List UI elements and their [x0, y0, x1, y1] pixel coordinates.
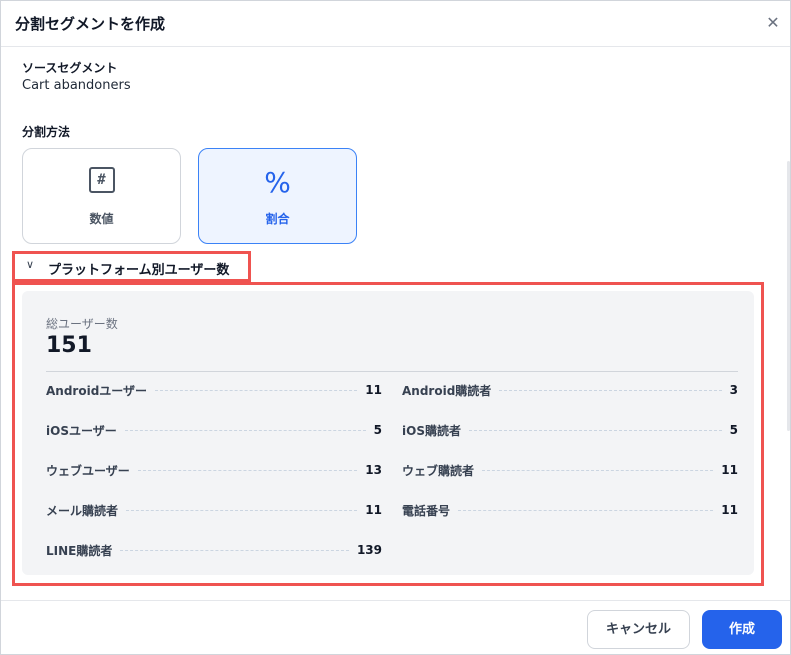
split-method-percent-label: 割合 [265, 212, 290, 226]
stat-row-android-subscribers: Android購読者 3 [402, 380, 738, 400]
platform-users-section-highlight: 総ユーザー数 151 Androidユーザー 11 Android購読者 3 i… [12, 282, 764, 586]
stat-value: 5 [729, 423, 738, 437]
percent-icon: % [264, 166, 291, 199]
platform-users-section-title: プラットフォーム別ユーザー数 [48, 263, 230, 278]
stat-label: 電話番号 [402, 503, 451, 518]
cancel-button[interactable]: キャンセル [587, 610, 690, 649]
stat-row-android-users: Androidユーザー 11 [46, 380, 382, 400]
total-users-label: 総ユーザー数 [46, 317, 118, 331]
stat-label: Androidユーザー [46, 383, 148, 398]
stat-label: メール購読者 [46, 503, 119, 518]
platform-users-panel: 総ユーザー数 151 Androidユーザー 11 Android購読者 3 i… [22, 291, 754, 575]
split-method-number-option[interactable]: # 数値 [22, 148, 181, 244]
dialog-footer: キャンセル 作成 [1, 600, 790, 654]
stat-row-email-subscribers: メール購読者 11 [46, 500, 382, 520]
stat-value: 11 [721, 503, 738, 517]
stat-row-web-subscribers: ウェブ購読者 11 [402, 460, 738, 480]
hash-icon: # [88, 167, 115, 193]
split-method-percent-option[interactable]: % 割合 [198, 148, 357, 244]
split-method-label: 分割方法 [22, 125, 71, 139]
total-users-value: 151 [46, 333, 92, 358]
stat-value: 11 [365, 383, 382, 397]
stat-value: 11 [721, 463, 738, 477]
stat-label: ウェブユーザー [46, 463, 130, 478]
stat-label: Android購読者 [402, 383, 492, 398]
stat-label: iOS購読者 [402, 423, 461, 438]
divider [46, 371, 738, 372]
stat-value: 11 [365, 503, 382, 517]
stat-row-ios-users: iOSユーザー 5 [46, 420, 382, 440]
stat-label: iOSユーザー [46, 423, 117, 438]
stat-row-phone-numbers: 電話番号 11 [402, 500, 738, 520]
source-segment-label: ソースセグメント [22, 61, 118, 75]
split-method-number-label: 数値 [89, 212, 114, 226]
chevron-down-icon: ∨ [26, 258, 35, 271]
close-icon[interactable]: ✕ [763, 13, 783, 33]
stat-value: 3 [729, 383, 738, 397]
stat-label: LINE購読者 [46, 543, 113, 558]
dialog-header: 分割セグメントを作成 ✕ [1, 1, 790, 47]
create-button[interactable]: 作成 [702, 610, 782, 649]
stat-label: ウェブ購読者 [402, 463, 475, 478]
stat-value: 139 [356, 543, 382, 557]
source-segment-value: Cart abandoners [22, 78, 131, 93]
platform-users-section-toggle[interactable]: ∨ プラットフォーム別ユーザー数 [12, 251, 251, 282]
stat-value: 5 [373, 423, 382, 437]
stat-row-ios-subscribers: iOS購読者 5 [402, 420, 738, 440]
scrollbar[interactable] [787, 161, 790, 431]
dialog-title: 分割セグメントを作成 [15, 15, 166, 33]
stat-row-web-users: ウェブユーザー 13 [46, 460, 382, 480]
stat-value: 13 [365, 463, 382, 477]
create-split-segment-dialog: 分割セグメントを作成 ✕ ソースセグメント Cart abandoners 分割… [0, 0, 791, 655]
stat-row-line-subscribers: LINE購読者 139 [46, 540, 382, 560]
